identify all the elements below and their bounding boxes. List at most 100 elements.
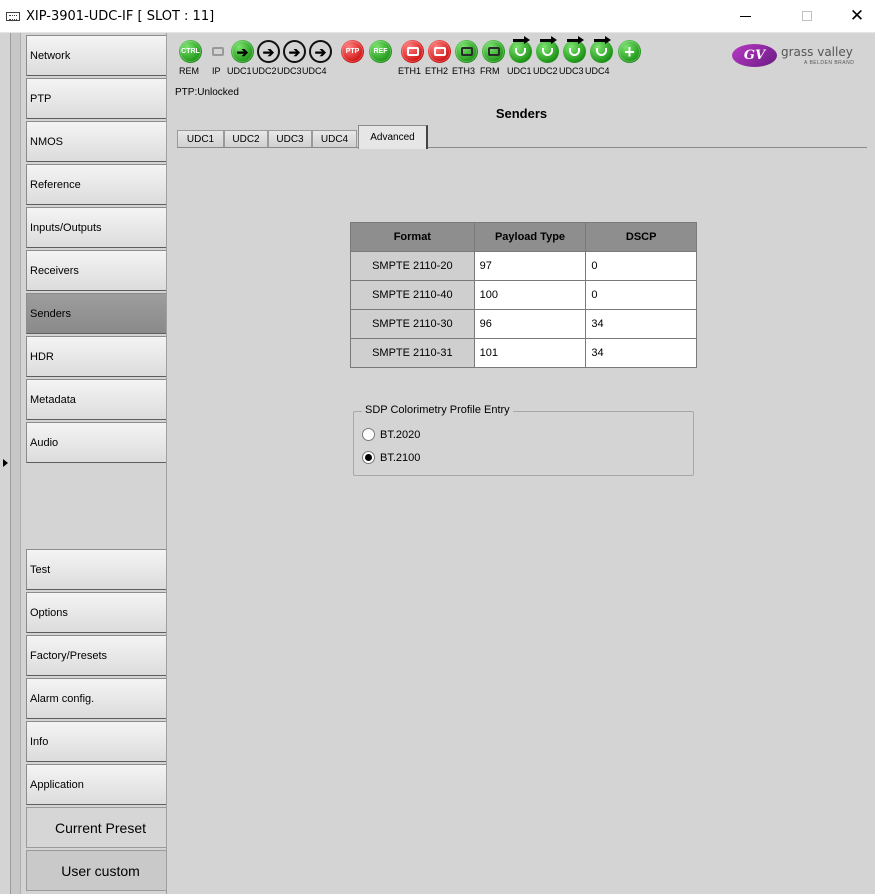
colorimetry-profile-group: SDP Colorimetry Profile Entry BT.2020 BT… [353, 404, 694, 476]
status-label-udc1-in: UDC1 [227, 66, 252, 76]
collapse-gutter[interactable] [0, 33, 11, 894]
expand-arrow-icon[interactable] [3, 459, 8, 467]
window-title: XIP-3901-UDC-IF [ SLOT : 11] [26, 9, 215, 24]
tab-advanced[interactable]: Advanced [358, 125, 428, 149]
format-cell: SMPTE 2110-31 [350, 338, 475, 368]
output-icon[interactable] [536, 36, 559, 63]
table-row: SMPTE 2110-20 97 0 [350, 251, 697, 281]
brand-subtitle: A BELDEN BRAND [804, 60, 855, 66]
ptp-icon[interactable]: PTP [341, 40, 364, 63]
output-icon[interactable] [590, 36, 613, 63]
maximize-button[interactable] [784, 0, 830, 32]
status-label-udc1-out: UDC1 [507, 66, 532, 76]
output-icon[interactable] [563, 36, 586, 63]
minimize-icon [739, 15, 751, 17]
sidebar-item-hdr[interactable]: HDR [26, 336, 175, 377]
app-window-icon [6, 12, 20, 21]
sidebar-item-audio[interactable]: Audio [26, 422, 175, 463]
user-custom-button[interactable]: User custom [26, 850, 175, 891]
gv-logo-mark: GV [732, 44, 777, 67]
input-arrow-icon[interactable]: ➔ [309, 40, 332, 63]
status-label-eth3: ETH3 [452, 66, 476, 76]
colorimetry-group-legend: SDP Colorimetry Profile Entry [362, 404, 513, 416]
payload-type-input[interactable]: 96 [473, 309, 587, 339]
plus-icon[interactable]: + [618, 40, 641, 63]
page-title: Senders [495, 106, 548, 121]
table-header-row: Format Payload Type DSCP [350, 222, 697, 252]
network-icon[interactable] [206, 40, 229, 63]
status-label-eth1: ETH1 [398, 66, 422, 76]
sidebar-item-senders[interactable]: Senders [26, 293, 175, 334]
status-label-udc3-out: UDC3 [559, 66, 584, 76]
tab-udc4[interactable]: UDC4 [312, 130, 357, 148]
output-icon[interactable] [509, 36, 532, 63]
sidebar-strip [11, 33, 21, 894]
maximize-icon [802, 11, 812, 21]
format-cell: SMPTE 2110-20 [350, 251, 475, 281]
table-row: SMPTE 2110-30 96 34 [350, 309, 697, 339]
ethernet-icon[interactable] [455, 40, 478, 63]
title-bar: XIP-3901-UDC-IF [ SLOT : 11] ✕ [0, 0, 875, 33]
ethernet-icon[interactable] [428, 40, 451, 63]
sidebar-item-ptp[interactable]: PTP [26, 78, 175, 119]
tab-udc2[interactable]: UDC2 [224, 130, 268, 148]
dscp-input[interactable]: 34 [585, 338, 697, 368]
status-label-rem: REM [179, 66, 199, 76]
ethernet-icon[interactable] [401, 40, 424, 63]
frame-icon[interactable] [482, 40, 505, 63]
status-label-eth2: ETH2 [425, 66, 449, 76]
table-row: SMPTE 2110-40 100 0 [350, 280, 697, 310]
grass-valley-logo: GV grass valley A BELDEN BRAND [732, 41, 872, 69]
dscp-input[interactable]: 0 [585, 280, 697, 310]
ptp-status-text: PTP:Unlocked [175, 87, 239, 98]
ctrl-icon[interactable]: CTRL [179, 40, 202, 63]
sidebar-item-nmos[interactable]: NMOS [26, 121, 175, 162]
close-button[interactable]: ✕ [834, 0, 875, 32]
radio-label-bt2100: BT.2100 [380, 451, 421, 464]
status-label-udc3-in: UDC3 [277, 66, 302, 76]
radio-button-bt2020[interactable] [362, 428, 375, 441]
status-label-udc2-out: UDC2 [533, 66, 558, 76]
sidebar-item-network[interactable]: Network [26, 35, 175, 76]
tab-udc3[interactable]: UDC3 [268, 130, 312, 148]
status-label-udc2-in: UDC2 [252, 66, 277, 76]
sidebar-item-inputs-outputs[interactable]: Inputs/Outputs [26, 207, 175, 248]
sidebar-item-metadata[interactable]: Metadata [26, 379, 175, 420]
format-cell: SMPTE 2110-40 [350, 280, 475, 310]
column-header-payload-type: Payload Type [473, 222, 587, 252]
status-label-frm: FRM [480, 66, 500, 76]
dscp-input[interactable]: 34 [585, 309, 697, 339]
ref-icon[interactable]: REF [369, 40, 392, 63]
sidebar-item-reference[interactable]: Reference [26, 164, 175, 205]
minimize-button[interactable] [722, 0, 768, 32]
radio-option-bt2100[interactable]: BT.2100 [362, 451, 420, 464]
current-preset-button[interactable]: Current Preset [26, 807, 175, 848]
input-arrow-icon[interactable]: ➔ [283, 40, 306, 63]
column-header-format: Format [350, 222, 475, 252]
sidebar-item-test[interactable]: Test [26, 549, 175, 590]
sidebar-item-receivers[interactable]: Receivers [26, 250, 175, 291]
sidebar: Network PTP NMOS Reference Inputs/Output… [11, 33, 175, 894]
sidebar-item-options[interactable]: Options [26, 592, 175, 633]
input-arrow-icon[interactable]: ➔ [257, 40, 280, 63]
status-label-udc4-out: UDC4 [585, 66, 610, 76]
table-row: SMPTE 2110-31 101 34 [350, 338, 697, 368]
sender-format-table: Format Payload Type DSCP SMPTE 2110-20 9… [350, 222, 697, 368]
payload-type-input[interactable]: 97 [473, 251, 587, 281]
status-label-udc4-in: UDC4 [302, 66, 327, 76]
payload-type-input[interactable]: 101 [473, 338, 587, 368]
column-header-dscp: DSCP [585, 222, 697, 252]
sidebar-item-application[interactable]: Application [26, 764, 175, 805]
tab-udc1[interactable]: UDC1 [177, 130, 224, 148]
sidebar-item-alarm-config[interactable]: Alarm config. [26, 678, 175, 719]
status-icon-bar: CTRL REM IP ➔ ➔ ➔ ➔ UDC1 UDC2 UDC3 UDC4 … [175, 36, 875, 78]
sidebar-item-factory-presets[interactable]: Factory/Presets [26, 635, 175, 676]
dscp-input[interactable]: 0 [585, 251, 697, 281]
input-arrow-icon[interactable]: ➔ [231, 40, 254, 63]
radio-label-bt2020: BT.2020 [380, 428, 421, 441]
radio-option-bt2020[interactable]: BT.2020 [362, 428, 420, 441]
sidebar-item-info[interactable]: Info [26, 721, 175, 762]
brand-name: grass valley [781, 45, 853, 59]
radio-button-bt2100[interactable] [362, 451, 375, 464]
payload-type-input[interactable]: 100 [473, 280, 587, 310]
